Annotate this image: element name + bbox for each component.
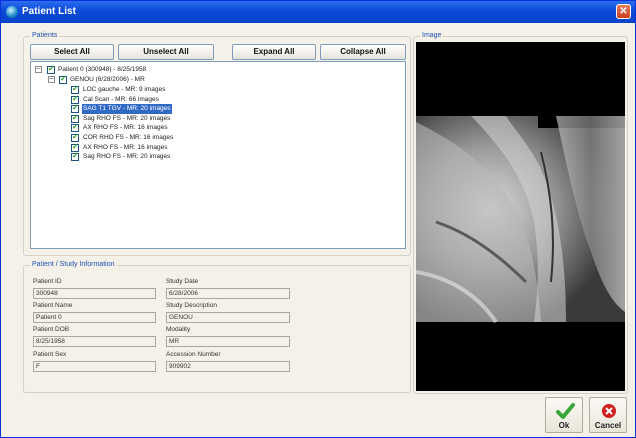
series-label: LOC gauche - MR: 9 images: [83, 86, 166, 93]
study-label: GENOU (6/28/2006) - MR: [70, 76, 145, 83]
expand-all-button[interactable]: Expand All: [232, 44, 316, 60]
patient-sex-label: Patient Sex: [33, 351, 67, 358]
series-label: Cal Scan - MR: 66 images: [83, 95, 159, 103]
patient-sex-field[interactable]: F: [33, 361, 156, 372]
modality-label: Modality: [166, 326, 191, 333]
image-legend: Image: [420, 32, 444, 39]
window-title: Patient List: [22, 6, 76, 17]
collapse-expander-icon[interactable]: –: [35, 65, 42, 73]
series-label: SAG T1 TGV - MR: 20 images: [82, 104, 172, 115]
patient-name-field[interactable]: Patient 0: [33, 312, 156, 323]
unselect-all-button[interactable]: Unselect All: [118, 44, 214, 60]
accession-number-field[interactable]: 909902: [166, 361, 290, 372]
mri-knee-image: [416, 42, 625, 391]
series-checkbox[interactable]: [71, 151, 79, 162]
app-icon: [6, 6, 18, 18]
patient-checkbox[interactable]: [47, 64, 55, 74]
collapse-expander-icon[interactable]: –: [48, 75, 55, 83]
info-legend: Patient / Study Information: [30, 261, 117, 268]
study-date-label: Study Date: [166, 278, 199, 285]
study-checkbox[interactable]: [59, 74, 67, 84]
study-description-field[interactable]: GENOU: [166, 312, 290, 323]
patient-label: Patient 0 (300948) - 8/25/1958: [58, 66, 147, 73]
checkmark-icon: [556, 403, 575, 419]
title-bar[interactable]: Patient List ✕: [1, 1, 635, 23]
patient-name-label: Patient Name: [33, 302, 73, 309]
close-icon: ✕: [619, 6, 628, 17]
cancel-button[interactable]: Cancel: [589, 397, 627, 433]
patient-list-window: Patient List ✕ Patients Select All Unsel…: [0, 0, 636, 438]
mri-image-viewer[interactable]: [416, 42, 625, 391]
ok-button[interactable]: Ok: [545, 397, 583, 433]
series-label: Sag RHO FS - MR: 20 images: [83, 114, 171, 122]
study-description-label: Study Description: [166, 302, 217, 309]
series-label: AX RHO FS - MR: 16 images: [83, 143, 168, 151]
patient-tree[interactable]: – Patient 0 (300948) - 8/25/1958 – GENOU…: [30, 61, 406, 249]
close-button[interactable]: ✕: [616, 4, 631, 19]
info-group: Patient / Study Information: [23, 261, 411, 393]
collapse-all-button[interactable]: Collapse All: [320, 44, 406, 60]
accession-number-label: Accession Number: [166, 351, 221, 358]
cancel-icon: [602, 404, 616, 418]
series-label: COR RHO FS - MR: 16 images: [83, 134, 174, 141]
series-label: Sag RHO FS - MR: 20 images: [83, 153, 171, 161]
ok-label: Ok: [558, 421, 570, 430]
study-date-field[interactable]: 6/28/2006: [166, 288, 290, 299]
patient-dob-label: Patient DOB: [33, 326, 70, 333]
patient-dob-field[interactable]: 8/25/1958: [33, 336, 156, 347]
patient-id-label: Patient ID: [33, 278, 62, 285]
select-all-button[interactable]: Select All: [30, 44, 114, 60]
series-label: AX RHO FS - MR: 16 images: [83, 124, 168, 132]
modality-field[interactable]: MR: [166, 336, 290, 347]
cancel-label: Cancel: [594, 421, 622, 430]
patients-legend: Patients: [30, 32, 60, 39]
patient-id-field[interactable]: 300948: [33, 288, 156, 299]
